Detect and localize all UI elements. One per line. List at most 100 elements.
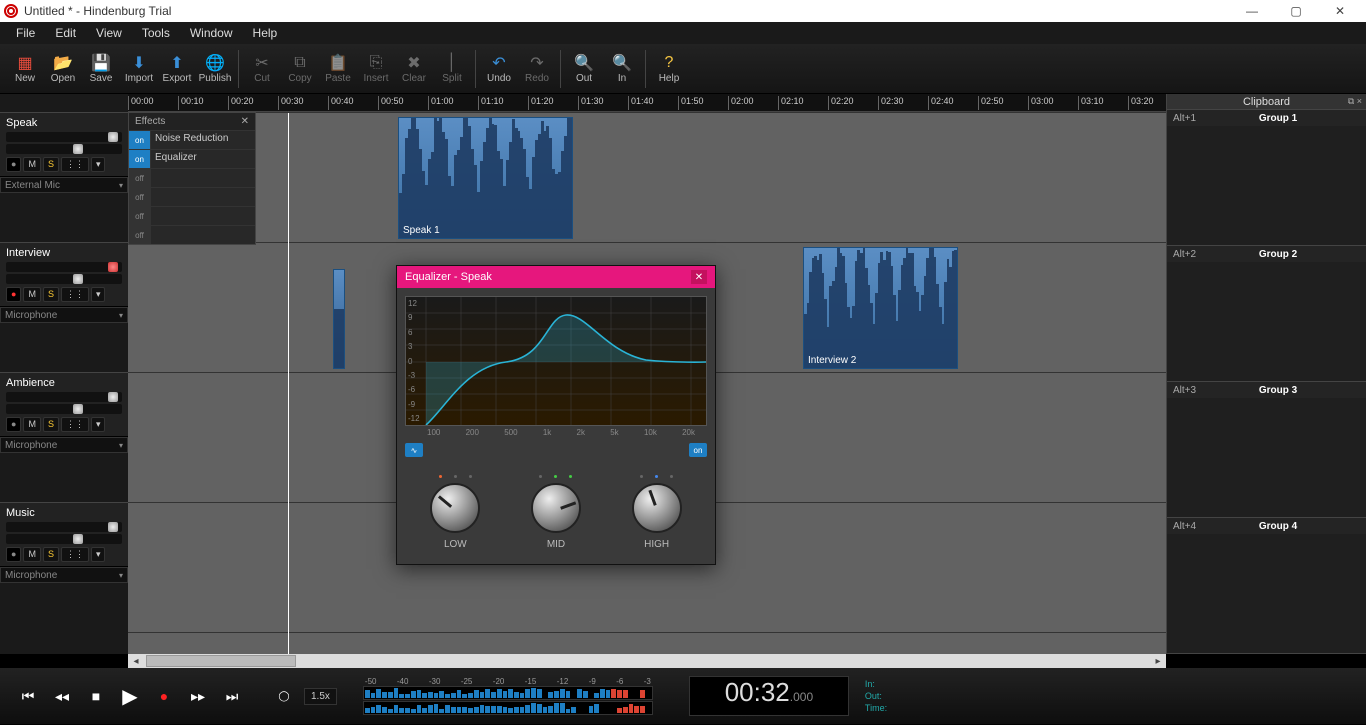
record-arm-button[interactable]: ●	[6, 417, 21, 432]
menu-help[interactable]: Help	[243, 24, 288, 42]
eq-curve-toggle[interactable]: ∿	[405, 443, 423, 457]
volume-fader[interactable]	[6, 522, 122, 532]
effects-panel[interactable]: Effects ✕ onNoise ReductiononEqualizerof…	[128, 112, 256, 245]
track-input-select[interactable]: Microphone	[0, 307, 128, 323]
mute-button[interactable]: M	[23, 417, 41, 432]
menu-file[interactable]: File	[6, 24, 45, 42]
goto-end-button[interactable]: ⏭	[218, 682, 246, 710]
equalizer-titlebar[interactable]: Equalizer - Speak ✕	[397, 266, 715, 288]
effect-row[interactable]: onEqualizer	[129, 149, 255, 168]
fx-button[interactable]: ⋮⋮	[61, 287, 89, 302]
maximize-button[interactable]: ▢	[1274, 0, 1318, 22]
track-input-select[interactable]: External Mic	[0, 177, 128, 193]
eq-knob-mid[interactable]: MID	[531, 469, 581, 550]
record-arm-button[interactable]: ●	[6, 157, 21, 172]
import-button[interactable]: ⬇Import	[120, 46, 158, 92]
new-button[interactable]: ▦New	[6, 46, 44, 92]
minimize-button[interactable]: ―	[1230, 0, 1274, 22]
mute-button[interactable]: M	[23, 287, 41, 302]
more-button[interactable]: ▾	[91, 417, 106, 432]
effect-toggle[interactable]: on	[129, 150, 151, 168]
open-button[interactable]: 📂Open	[44, 46, 82, 92]
horizontal-scrollbar[interactable]: ◂ ▸	[128, 654, 1166, 668]
effect-toggle[interactable]: off	[129, 169, 151, 187]
clipboard-group[interactable]: Alt+4Group 4	[1167, 518, 1366, 654]
menu-edit[interactable]: Edit	[45, 24, 86, 42]
effect-toggle[interactable]: on	[129, 131, 151, 149]
menu-window[interactable]: Window	[180, 24, 243, 42]
more-button[interactable]: ▾	[91, 547, 106, 562]
solo-button[interactable]: S	[43, 547, 59, 562]
more-button[interactable]: ▾	[91, 287, 106, 302]
playback-rate[interactable]: 1.5x	[304, 688, 337, 705]
fx-button[interactable]: ⋮⋮	[61, 547, 89, 562]
effect-row[interactable]: off	[129, 225, 255, 244]
track-header[interactable]: Music●MS⋮⋮▾	[0, 502, 128, 567]
track-header[interactable]: Speak●MS⋮⋮▾	[0, 112, 128, 177]
rewind-button[interactable]: ◂◂	[48, 682, 76, 710]
pan-fader[interactable]	[6, 144, 122, 154]
mute-button[interactable]: M	[23, 547, 41, 562]
volume-fader[interactable]	[6, 262, 122, 272]
pan-fader[interactable]	[6, 404, 122, 414]
play-button[interactable]: ▶	[116, 682, 144, 710]
playhead[interactable]	[288, 113, 289, 654]
panel-pin-icons[interactable]: ⧉ ×	[1348, 96, 1362, 107]
effect-row[interactable]: onNoise Reduction	[129, 130, 255, 149]
equalizer-graph[interactable]: 129630-3-6-9-12	[405, 296, 707, 426]
track-input-select[interactable]: Microphone	[0, 567, 128, 583]
menu-tools[interactable]: Tools	[132, 24, 180, 42]
audio-clip[interactable]: Interview 2	[803, 247, 958, 369]
track-header[interactable]: Ambience●MS⋮⋮▾	[0, 372, 128, 437]
effect-row[interactable]: off	[129, 206, 255, 225]
close-button[interactable]: ✕	[1318, 0, 1362, 22]
eq-knob-low[interactable]: LOW	[430, 469, 480, 550]
track-header[interactable]: Interview●MS⋮⋮▾	[0, 242, 128, 307]
record-arm-button[interactable]: ●	[6, 547, 21, 562]
effect-toggle[interactable]: off	[129, 226, 151, 244]
pan-fader[interactable]	[6, 534, 122, 544]
record-arm-button[interactable]: ●	[6, 287, 21, 302]
scroll-thumb[interactable]	[146, 655, 296, 667]
equalizer-dialog[interactable]: Equalizer - Speak ✕ 129630-3-6-9-12	[396, 265, 716, 565]
fx-button[interactable]: ⋮⋮	[61, 417, 89, 432]
goto-start-button[interactable]: ⏮	[14, 682, 42, 710]
loop-button[interactable]: ◯	[270, 682, 298, 710]
scroll-left-icon[interactable]: ◂	[128, 656, 144, 667]
forward-button[interactable]: ▸▸	[184, 682, 212, 710]
scroll-right-icon[interactable]: ▸	[1150, 656, 1166, 667]
effect-toggle[interactable]: off	[129, 188, 151, 206]
effects-close-icon[interactable]: ✕	[241, 116, 249, 127]
time-ruler[interactable]: 00:0000:1000:2000:3000:4000:5001:0001:10…	[128, 94, 1166, 112]
mute-button[interactable]: M	[23, 157, 41, 172]
clipboard-group[interactable]: Alt+2Group 2	[1167, 246, 1366, 382]
clipboard-group[interactable]: Alt+1Group 1	[1167, 110, 1366, 246]
publish-button[interactable]: 🌐Publish	[196, 46, 234, 92]
clipboard-group[interactable]: Alt+3Group 3	[1167, 382, 1366, 518]
audio-clip[interactable]: Speak 1	[398, 117, 573, 239]
out-button[interactable]: 🔍Out	[565, 46, 603, 92]
record-button[interactable]: ●	[150, 682, 178, 710]
track-input-select[interactable]: Microphone	[0, 437, 128, 453]
save-button[interactable]: 💾Save	[82, 46, 120, 92]
solo-button[interactable]: S	[43, 417, 59, 432]
stop-button[interactable]: ■	[82, 682, 110, 710]
eq-knob-high[interactable]: HIGH	[632, 469, 682, 550]
audio-clip[interactable]	[333, 269, 345, 369]
pan-fader[interactable]	[6, 274, 122, 284]
solo-button[interactable]: S	[43, 157, 59, 172]
help-button[interactable]: ?Help	[650, 46, 688, 92]
track-lane[interactable]	[128, 113, 1166, 243]
effect-row[interactable]: off	[129, 168, 255, 187]
equalizer-close-button[interactable]: ✕	[691, 270, 707, 284]
solo-button[interactable]: S	[43, 287, 59, 302]
undo-button[interactable]: ↶Undo	[480, 46, 518, 92]
export-button[interactable]: ⬆Export	[158, 46, 196, 92]
effect-toggle[interactable]: off	[129, 207, 151, 225]
in-button[interactable]: 🔍In	[603, 46, 641, 92]
more-button[interactable]: ▾	[91, 157, 106, 172]
effect-row[interactable]: off	[129, 187, 255, 206]
menu-view[interactable]: View	[86, 24, 132, 42]
volume-fader[interactable]	[6, 392, 122, 402]
eq-on-toggle[interactable]: on	[689, 443, 707, 457]
